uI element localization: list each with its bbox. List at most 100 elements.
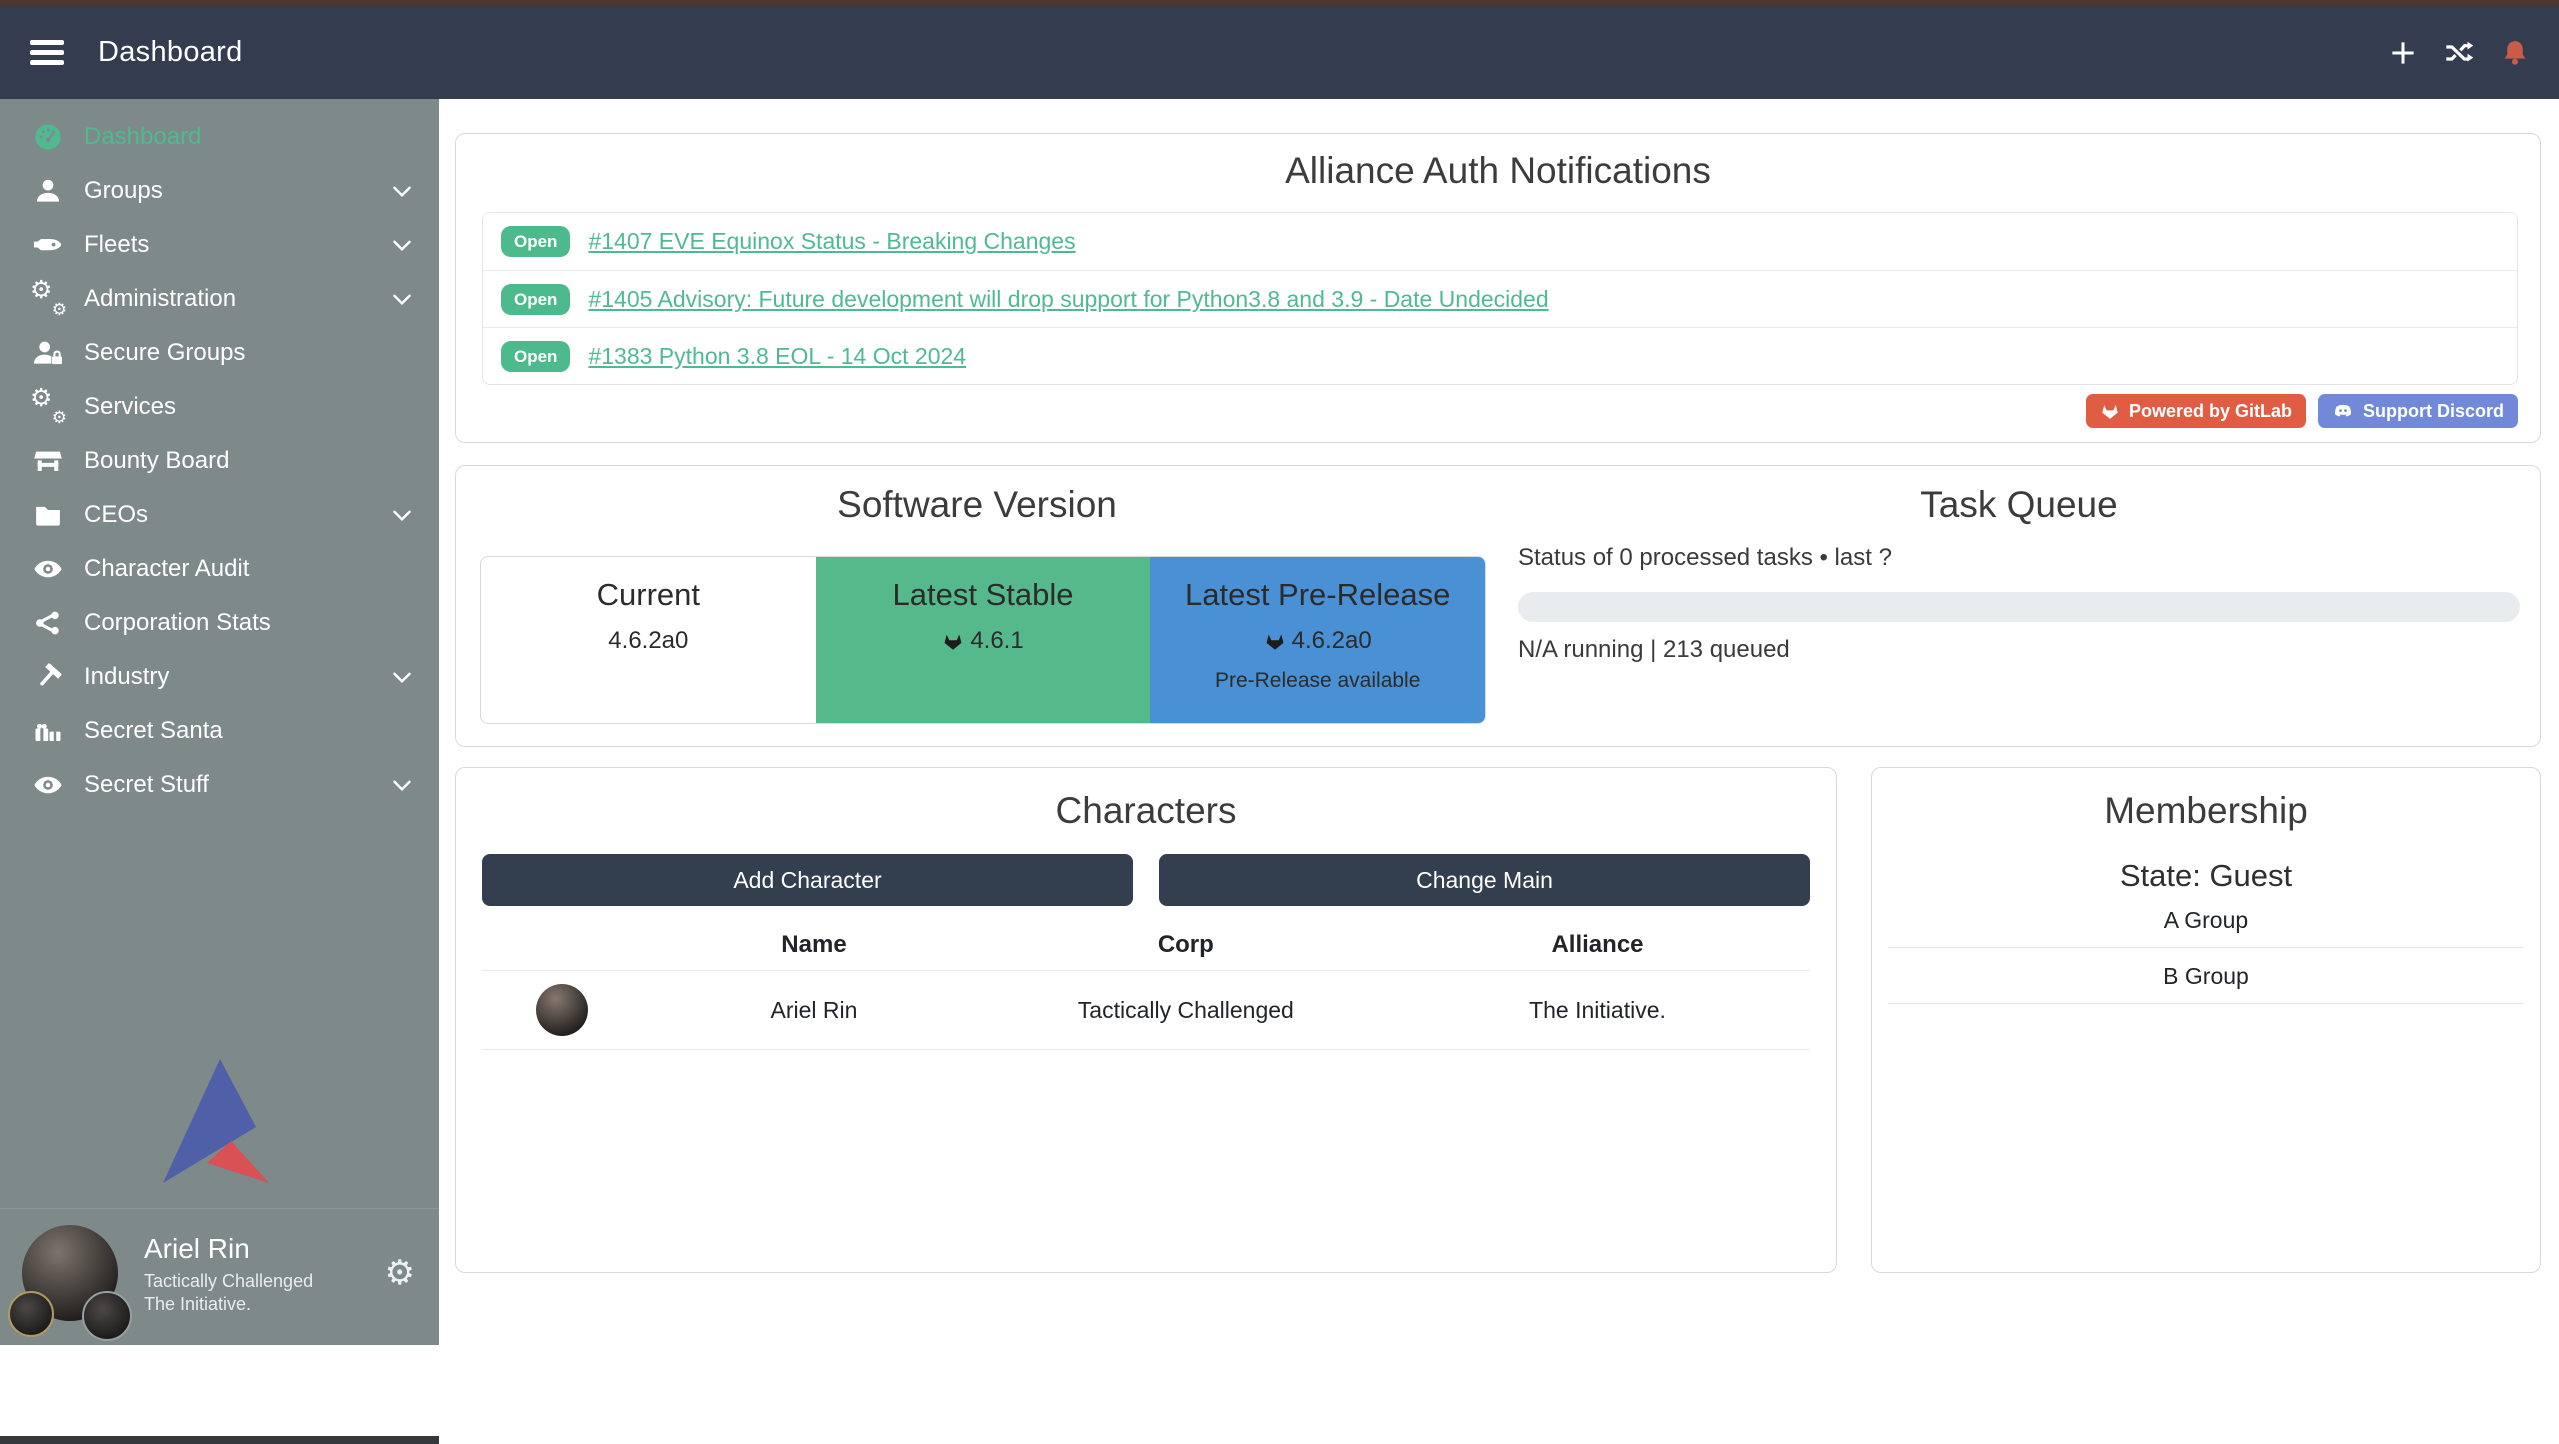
sidebar-item-label: Secure Groups bbox=[84, 339, 245, 367]
characters-table: Name Corp Alliance Ariel Rin Tactically … bbox=[482, 920, 1810, 1050]
membership-card: Membership State: Guest A Group B Group bbox=[1871, 767, 2541, 1273]
notification-link[interactable]: #1407 EVE Equinox Status - Breaking Chan… bbox=[588, 228, 1075, 255]
column-header-name: Name bbox=[641, 931, 986, 959]
hamburger-menu-icon[interactable] bbox=[30, 35, 64, 71]
shop-icon bbox=[28, 446, 68, 476]
membership-title: Membership bbox=[1872, 790, 2540, 832]
user-icon bbox=[28, 176, 68, 206]
gitlab-icon bbox=[942, 630, 964, 652]
list-item: Open #1405 Advisory: Future development … bbox=[483, 270, 2517, 327]
rocket-icon bbox=[28, 229, 68, 261]
character-name: Ariel Rin bbox=[641, 997, 986, 1024]
character-corp: Tactically Challenged bbox=[987, 997, 1385, 1024]
alliance-logo-badge bbox=[82, 1291, 132, 1341]
version-number: 4.6.1 bbox=[970, 627, 1023, 655]
change-main-button[interactable]: Change Main bbox=[1159, 854, 1810, 906]
sidebar-item-label: Administration bbox=[84, 285, 236, 313]
version-heading: Current bbox=[481, 577, 816, 613]
sidebar-item-industry[interactable]: Industry bbox=[0, 650, 439, 704]
bell-icon[interactable] bbox=[2499, 37, 2531, 69]
characters-title: Characters bbox=[456, 790, 1836, 832]
version-number: 4.6.2a0 bbox=[608, 627, 688, 655]
chevron-down-icon bbox=[389, 772, 415, 798]
sidebar-item-bounty-board[interactable]: Bounty Board bbox=[0, 434, 439, 488]
discord-icon bbox=[2332, 400, 2354, 422]
sidebar-item-services[interactable]: ⚙⚙ Services bbox=[0, 380, 439, 434]
version-cell-current: Current 4.6.2a0 bbox=[481, 557, 816, 723]
sidebar-item-character-audit[interactable]: Character Audit bbox=[0, 542, 439, 596]
sidebar-item-secure-groups[interactable]: Secure Groups bbox=[0, 326, 439, 380]
sidebar-item-label: CEOs bbox=[84, 501, 148, 529]
characters-card: Characters Add Character Change Main Nam… bbox=[455, 767, 1837, 1273]
sidebar-item-label: Corporation Stats bbox=[84, 609, 271, 637]
gear-icon[interactable]: ⚙ bbox=[385, 1256, 415, 1290]
sidebar-item-ceos[interactable]: CEOs bbox=[0, 488, 439, 542]
sidebar-item-label: Character Audit bbox=[84, 555, 249, 583]
top-navbar: Dashboard bbox=[0, 6, 2559, 99]
notifications-title: Alliance Auth Notifications bbox=[456, 150, 2540, 192]
gitlab-icon bbox=[1264, 630, 1286, 652]
sidebar-item-corporation-stats[interactable]: Corporation Stats bbox=[0, 596, 439, 650]
plus-icon[interactable] bbox=[2387, 37, 2419, 69]
support-discord-badge[interactable]: Support Discord bbox=[2318, 394, 2518, 428]
sidebar-item-label: Secret Stuff bbox=[84, 771, 209, 799]
chevron-down-icon bbox=[389, 232, 415, 258]
share-icon bbox=[28, 609, 68, 637]
sidebar-item-label: Industry bbox=[84, 663, 169, 691]
gears-icon: ⚙⚙ bbox=[28, 389, 68, 425]
task-queue-title: Task Queue bbox=[1498, 484, 2540, 526]
sidebar-item-label: Secret Santa bbox=[84, 717, 223, 745]
column-header-alliance: Alliance bbox=[1385, 931, 1810, 959]
column-header-corp: Corp bbox=[987, 931, 1385, 959]
task-queue-progressbar bbox=[1518, 592, 2520, 622]
task-queue-status: Status of 0 processed tasks • last ? bbox=[1518, 544, 1892, 572]
hammer-icon bbox=[28, 662, 68, 692]
gift-icon bbox=[28, 716, 68, 746]
sidebar-item-label: Services bbox=[84, 393, 176, 421]
powered-by-gitlab-badge[interactable]: Powered by GitLab bbox=[2086, 394, 2306, 428]
membership-state: State: Guest bbox=[1872, 858, 2540, 894]
notifications-list: Open #1407 EVE Equinox Status - Breaking… bbox=[482, 212, 2518, 385]
sidebar: Dashboard Groups Fleets bbox=[0, 99, 439, 1345]
sidebar-item-secret-santa[interactable]: Secret Santa bbox=[0, 704, 439, 758]
status-badge: Open bbox=[501, 226, 570, 257]
status-badge: Open bbox=[501, 341, 570, 372]
sidebar-item-dashboard[interactable]: Dashboard bbox=[0, 110, 439, 164]
version-number: 4.6.2a0 bbox=[1292, 627, 1372, 655]
membership-groups-list: A Group B Group bbox=[1888, 892, 2524, 1004]
badge-label: Support Discord bbox=[2363, 401, 2504, 422]
character-alliance: The Initiative. bbox=[1385, 997, 1810, 1024]
list-item: B Group bbox=[1888, 948, 2524, 1004]
list-item: Open #1407 EVE Equinox Status - Breaking… bbox=[483, 213, 2517, 270]
sidebar-item-label: Fleets bbox=[84, 231, 149, 259]
corp-logo-badge bbox=[8, 1291, 54, 1337]
sidebar-item-administration[interactable]: ⚙⚙ Administration bbox=[0, 272, 439, 326]
sidebar-bottom-strip bbox=[0, 1436, 439, 1444]
user-alliance: The Initiative. bbox=[144, 1293, 313, 1316]
sidebar-item-label: Groups bbox=[84, 177, 163, 205]
page-title: Dashboard bbox=[98, 36, 243, 69]
software-version-title: Software Version bbox=[456, 484, 1498, 526]
add-character-button[interactable]: Add Character bbox=[482, 854, 1133, 906]
user-panel: Ariel Rin Tactically Challenged The Init… bbox=[0, 1209, 439, 1337]
chevron-down-icon bbox=[389, 664, 415, 690]
eye-icon bbox=[28, 769, 68, 801]
folder-icon bbox=[28, 500, 68, 530]
shuffle-icon[interactable] bbox=[2443, 37, 2475, 69]
sidebar-item-groups[interactable]: Groups bbox=[0, 164, 439, 218]
sidebar-item-label: Dashboard bbox=[84, 123, 201, 151]
sidebar-item-fleets[interactable]: Fleets bbox=[0, 218, 439, 272]
status-badge: Open bbox=[501, 284, 570, 315]
version-cell-stable: Latest Stable 4.6.1 bbox=[816, 557, 1151, 723]
notification-link[interactable]: #1383 Python 3.8 EOL - 14 Oct 2024 bbox=[588, 343, 966, 370]
sidebar-item-label: Bounty Board bbox=[84, 447, 229, 475]
list-item: A Group bbox=[1888, 892, 2524, 948]
version-grid: Current 4.6.2a0 Latest Stable 4.6.1 Late… bbox=[480, 556, 1486, 724]
user-corp: Tactically Challenged bbox=[144, 1270, 313, 1293]
software-taskqueue-card: Software Version Current 4.6.2a0 Latest … bbox=[455, 465, 2541, 747]
version-heading: Latest Stable bbox=[816, 577, 1151, 613]
notification-link[interactable]: #1405 Advisory: Future development will … bbox=[588, 286, 1548, 313]
sidebar-item-secret-stuff[interactable]: Secret Stuff bbox=[0, 758, 439, 812]
chevron-down-icon bbox=[389, 286, 415, 312]
version-cell-prerelease: Latest Pre-Release 4.6.2a0 Pre-Release a… bbox=[1150, 557, 1485, 723]
